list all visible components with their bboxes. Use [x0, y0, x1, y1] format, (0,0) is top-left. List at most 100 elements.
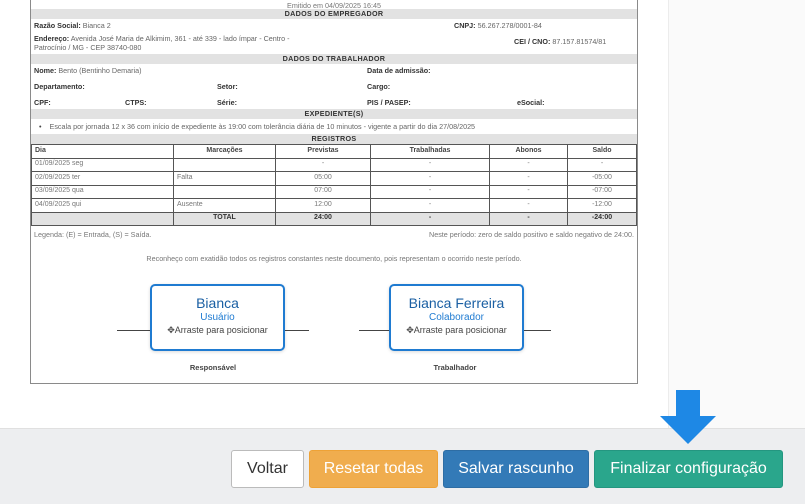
col-dia: Dia — [31, 144, 174, 159]
cell-total-abonos: - — [489, 211, 568, 226]
endereco-value: Avenida José Maria de Alkimim, 361 - até… — [70, 34, 290, 43]
cell-trabalhadas: - — [370, 184, 490, 199]
signature-name: Bianca Ferreira — [408, 295, 505, 311]
admissao-label: Data de admissão: — [367, 66, 431, 75]
endereco-value-2: Patrocínio / MG - CEP 38740-080 — [34, 43, 142, 52]
pis-label: PIS / PASEP: — [367, 98, 411, 107]
cell-previstas: 12:00 — [275, 198, 371, 213]
drag-hint: ✥Arraste para posicionar — [167, 325, 268, 335]
cell-previstas: - — [275, 157, 371, 172]
signature-box-worker[interactable]: Bianca Ferreira Colaborador ✥Arraste par… — [389, 284, 524, 351]
cell-saldo: -07:00 — [567, 184, 637, 199]
esocial-label: eSocial: — [517, 98, 545, 107]
cell-total-saldo: -24:00 — [567, 211, 637, 226]
cell-saldo: - — [567, 157, 637, 172]
col-previstas: Previstas — [275, 144, 371, 159]
cell-trabalhadas: - — [370, 171, 490, 186]
move-icon: ✥ — [406, 325, 414, 335]
table-row: 02/09/2025 ter Falta 05:00 - - -05:00 — [31, 171, 637, 186]
table-total-row: TOTAL 24:00 - - -24:00 — [31, 211, 637, 226]
employer-row-1: Razão Social: Bianca 2 CNPJ: 56.267.278/… — [31, 19, 637, 32]
section-schedule: EXPEDIENTE(S) — [31, 109, 637, 119]
document-viewer: Emitido em 04/09/2025 16:45 DADOS DO EMP… — [0, 0, 668, 428]
signature-role: Colaborador — [428, 312, 485, 323]
cell-trabalhadas: - — [370, 198, 490, 213]
cell-marcacoes: Falta — [173, 171, 276, 186]
table-row: 03/09/2025 qua 07:00 - - -07:00 — [31, 184, 637, 199]
signature-name: Bianca — [196, 295, 239, 311]
cell-abonos: - — [489, 157, 568, 172]
ctps-label: CTPS: — [125, 98, 147, 107]
cell-marcacoes — [173, 184, 276, 199]
cell-previstas: 07:00 — [275, 184, 371, 199]
cell-dia: 03/09/2025 qua — [31, 184, 174, 199]
signature-box-responsible[interactable]: Bianca Usuário ✥Arraste para posicionar — [150, 284, 285, 351]
section-employer: DADOS DO EMPREGADOR — [31, 9, 637, 19]
acknowledgement-text: Reconheço com exatidão todos os registro… — [146, 254, 522, 263]
cell-total-previstas: 24:00 — [275, 211, 371, 226]
cell-saldo: -05:00 — [567, 171, 637, 186]
cnpj-label: CNPJ: — [454, 21, 476, 30]
section-records: REGISTROS — [31, 134, 637, 144]
cell-total-blank — [31, 211, 174, 226]
cell-previstas: 05:00 — [275, 171, 371, 186]
col-saldo: Saldo — [567, 144, 637, 159]
schedule-text: Escala por jornada 12 x 36 com início de… — [49, 122, 476, 131]
razao-label: Razão Social: — [34, 21, 81, 30]
col-marcacoes: Marcações — [173, 144, 276, 159]
side-panel — [668, 0, 805, 428]
nome-value: Bento (Bentinho Demaria) — [58, 66, 142, 75]
cell-abonos: - — [489, 198, 568, 213]
worker-label: Trabalhador — [433, 363, 477, 372]
drag-hint: ✥Arraste para posicionar — [406, 325, 507, 335]
col-trabalhadas: Trabalhadas — [370, 144, 490, 159]
section-worker: DADOS DO TRABALHADOR — [31, 54, 637, 64]
period-note: Neste período: zero de saldo positivo e … — [429, 230, 634, 239]
table-row: 01/09/2025 seg - - - - — [31, 157, 637, 172]
timesheet-document: Emitido em 04/09/2025 16:45 DADOS DO EMP… — [30, 0, 638, 384]
table-row: 04/09/2025 qui Ausente 12:00 - - -12:00 — [31, 198, 637, 213]
emitted-date: Emitido em 04/09/2025 16:45 — [287, 1, 381, 10]
cei-label: CEI / CNO: — [514, 37, 551, 46]
cell-dia: 01/09/2025 seg — [31, 157, 174, 172]
move-icon: ✥ — [167, 325, 175, 335]
cell-abonos: - — [489, 184, 568, 199]
razao-value: Bianca 2 — [82, 21, 111, 30]
signature-role: Usuário — [200, 312, 235, 323]
cell-marcacoes: Ausente — [173, 198, 276, 213]
serie-label: Série: — [217, 98, 237, 107]
arrow-down-icon — [660, 390, 716, 444]
cell-total-trabalhadas: - — [370, 211, 490, 226]
records-table: Dia Marcações Previstas Trabalhadas Abon… — [31, 144, 637, 226]
back-button[interactable]: Voltar — [231, 450, 304, 488]
cell-abonos: - — [489, 171, 568, 186]
worker-row-2: Departamento: Setor: Cargo: — [31, 77, 637, 93]
cei-value: 87.157.81574/81 — [552, 37, 607, 46]
employer-row-2: Endereço: Avenida José Maria de Alkimim,… — [31, 32, 637, 54]
save-draft-button[interactable]: Salvar rascunho — [443, 450, 589, 488]
responsible-label: Responsável — [189, 363, 237, 372]
cell-saldo: -12:00 — [567, 198, 637, 213]
col-abonos: Abonos — [489, 144, 568, 159]
cell-dia: 04/09/2025 qui — [31, 198, 174, 213]
reset-all-button[interactable]: Resetar todas — [309, 450, 438, 488]
legend-text: Legenda: (E) = Entrada, (S) = Saída. — [34, 230, 152, 239]
setor-label: Setor: — [217, 82, 238, 91]
finalize-button[interactable]: Finalizar configuração — [594, 450, 783, 488]
cnpj-value: 56.267.278/0001-84 — [477, 21, 542, 30]
schedule-row: • Escala por jornada 12 x 36 com início … — [31, 119, 637, 134]
legend-row: Legenda: (E) = Entrada, (S) = Saída. Nes… — [31, 226, 637, 243]
cell-marcacoes — [173, 157, 276, 172]
bullet: • — [39, 122, 42, 131]
worker-row-1: Nome: Bento (Bentinho Demaria) Data de a… — [31, 64, 637, 77]
nome-label: Nome: — [34, 66, 57, 75]
cargo-label: Cargo: — [367, 82, 391, 91]
departamento-label: Departamento: — [34, 82, 85, 91]
table-header-row: Dia Marcações Previstas Trabalhadas Abon… — [31, 144, 637, 159]
cell-total-label: TOTAL — [173, 211, 276, 226]
cell-dia: 02/09/2025 ter — [31, 171, 174, 186]
worker-row-3: CPF: CTPS: Série: PIS / PASEP: eSocial: — [31, 93, 637, 109]
cpf-label: CPF: — [34, 98, 51, 107]
cell-trabalhadas: - — [370, 157, 490, 172]
endereco-label: Endereço: — [34, 34, 70, 43]
